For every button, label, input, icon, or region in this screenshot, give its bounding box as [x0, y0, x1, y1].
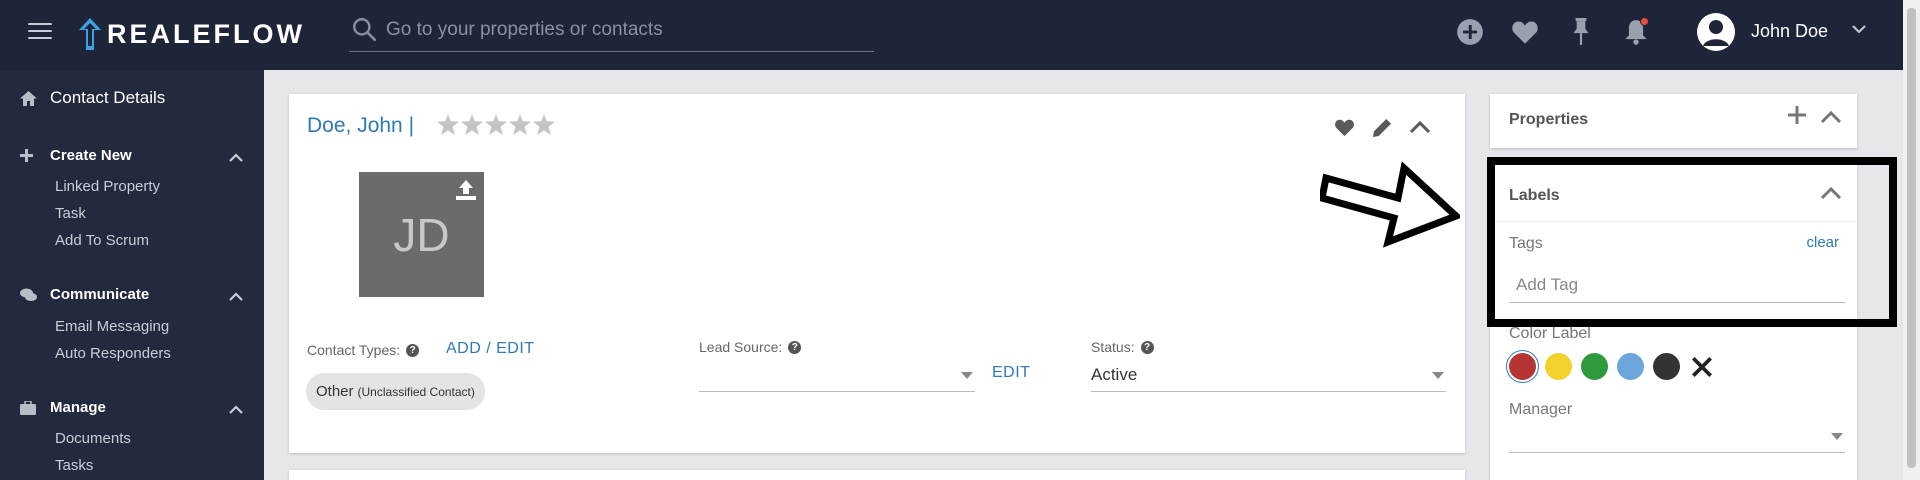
chevron-up-icon[interactable] [228, 402, 244, 418]
next-card [289, 470, 1465, 480]
color-swatch-blue[interactable] [1617, 353, 1644, 380]
notification-dot [1640, 17, 1649, 26]
star-icon[interactable] [485, 114, 507, 135]
properties-panel: Properties [1490, 94, 1857, 148]
sidebar: Contact Details Create New Linked Proper… [0, 70, 264, 480]
home-icon [20, 90, 40, 106]
manager-label: Manager [1509, 401, 1573, 418]
color-swatch-red[interactable] [1509, 353, 1536, 380]
manager-select[interactable] [1509, 421, 1845, 453]
search-bar [349, 12, 874, 52]
lead-source-label: Lead Source: ? [699, 339, 802, 355]
chevron-down-icon[interactable] [1850, 20, 1868, 38]
plus-icon [20, 149, 40, 162]
contact-initials: JD [393, 208, 450, 261]
briefcase-icon [20, 400, 40, 415]
favorite-heart-icon[interactable] [1333, 116, 1355, 138]
help-icon[interactable]: ? [788, 340, 802, 354]
add-edit-contact-types-button[interactable]: ADD / EDIT [446, 340, 535, 358]
contact-card: Doe, John | JD Contact Types: ? ADD / ED… [289, 94, 1465, 453]
help-icon[interactable]: ? [1140, 340, 1154, 354]
dropdown-arrow-icon [961, 372, 973, 379]
status-label: Status: ? [1091, 339, 1154, 355]
contact-name[interactable]: Doe, John | [307, 114, 414, 138]
dropdown-arrow-icon [1831, 433, 1843, 440]
highlight-box [1487, 157, 1897, 327]
color-label-heading: Color Label [1509, 325, 1591, 342]
logo-icon [79, 18, 101, 50]
help-icon[interactable]: ? [406, 343, 420, 357]
sidebar-item-linked-property[interactable]: Linked Property [55, 178, 160, 195]
star-icon[interactable] [509, 114, 531, 135]
chat-bubbles-icon [20, 288, 40, 302]
sidebar-item-task[interactable]: Task [55, 205, 86, 222]
brand-name: REALEFLOW [107, 18, 305, 49]
top-bar: REALEFLOW John Doe [0, 0, 1903, 70]
lead-source-select[interactable] [699, 360, 975, 392]
scrollbar-thumb[interactable] [1907, 8, 1916, 468]
color-swatch-green[interactable] [1581, 353, 1608, 380]
upload-icon[interactable] [454, 178, 478, 202]
chevron-up-icon[interactable] [228, 150, 244, 166]
collapse-chevron-up-icon[interactable] [1820, 109, 1842, 125]
pointer-arrow-icon [1320, 161, 1460, 248]
contact-types-label: Contact Types: ? [307, 342, 420, 358]
sidebar-item-documents[interactable]: Documents [55, 430, 131, 447]
sidebar-item-auto-responders[interactable]: Auto Responders [55, 345, 171, 362]
add-icon[interactable] [1455, 17, 1485, 47]
sidebar-item-email-messaging[interactable]: Email Messaging [55, 318, 169, 335]
sidebar-section-communicate[interactable]: Communicate [20, 286, 149, 303]
user-name[interactable]: John Doe [1751, 21, 1828, 42]
contact-type-chip[interactable]: Other (Unclassified Contact) [306, 373, 485, 410]
status-select[interactable]: Active [1091, 360, 1446, 392]
search-input[interactable] [386, 14, 866, 46]
sidebar-item-add-to-scrum[interactable]: Add To Scrum [55, 232, 149, 249]
add-property-plus-icon[interactable] [1788, 106, 1806, 124]
notifications-bell-icon[interactable] [1621, 17, 1651, 47]
color-swatch-yellow[interactable] [1545, 353, 1572, 380]
clear-color-x-icon[interactable] [1689, 354, 1715, 380]
star-icon[interactable] [461, 114, 483, 135]
edit-pencil-icon[interactable] [1371, 116, 1393, 138]
properties-title: Properties [1509, 111, 1589, 128]
star-icon[interactable] [437, 114, 459, 135]
menu-icon[interactable] [28, 23, 52, 41]
logo[interactable]: REALEFLOW [79, 17, 305, 51]
sidebar-title[interactable]: Contact Details [20, 88, 165, 108]
user-avatar[interactable] [1697, 13, 1735, 51]
sidebar-section-manage[interactable]: Manage [20, 399, 106, 416]
collapse-chevron-up-icon[interactable] [1409, 116, 1431, 138]
card-actions [1333, 116, 1431, 138]
sidebar-section-create-new[interactable]: Create New [20, 147, 132, 164]
star-icon[interactable] [533, 114, 555, 135]
color-swatch-black[interactable] [1653, 353, 1680, 380]
page-scrollbar[interactable] [1903, 0, 1920, 480]
edit-lead-source-button[interactable]: EDIT [992, 364, 1030, 382]
sidebar-item-tasks[interactable]: Tasks [55, 457, 93, 474]
pin-icon[interactable] [1566, 17, 1596, 47]
color-swatches [1509, 353, 1715, 380]
dropdown-arrow-icon [1432, 372, 1444, 379]
search-icon [353, 18, 377, 42]
star-rating[interactable] [437, 114, 555, 135]
contact-photo-placeholder[interactable]: JD [359, 172, 484, 297]
chevron-up-icon[interactable] [228, 289, 244, 305]
favorites-heart-icon[interactable] [1510, 17, 1540, 47]
